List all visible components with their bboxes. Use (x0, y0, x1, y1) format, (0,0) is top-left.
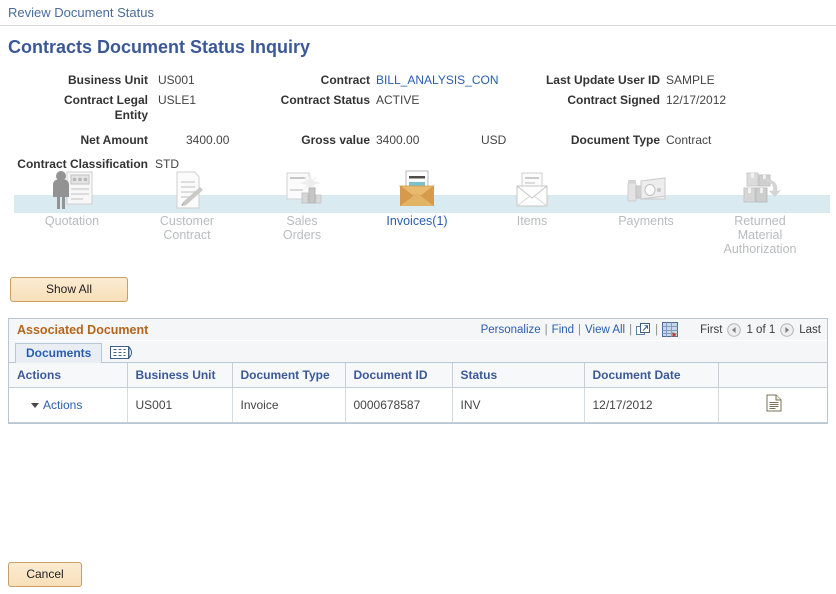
cell-document-id-link[interactable]: 0000678587 (345, 388, 452, 423)
contract-status-value: ACTIVE (376, 93, 419, 107)
items-icon (478, 169, 586, 211)
contract-legal-entity-label-line1: Contract Legal (0, 93, 148, 107)
nav-label-quotation: Quotation (18, 214, 126, 228)
nav-item-invoices[interactable]: Invoices(1) (363, 169, 471, 228)
personalize-link[interactable]: Personalize (481, 324, 541, 336)
contract-value-link[interactable]: BILL_ANALYSIS_CON (376, 73, 499, 87)
contract-signed-label: Contract Signed (500, 93, 660, 107)
cell-business-unit: US001 (127, 388, 232, 423)
table-row: Actions US001 Invoice 0000678587 INV 12/… (9, 388, 827, 423)
nav-item-quotation[interactable]: Quotation (18, 169, 126, 228)
footer-button-row: Cancel (0, 562, 82, 587)
grid-toolbar: Personalize | Find | View All | | (481, 322, 821, 337)
find-link[interactable]: Find (552, 324, 574, 336)
chevron-down-icon (31, 403, 39, 408)
previous-page-icon[interactable] (727, 323, 741, 337)
tab-documents[interactable]: Documents (15, 343, 102, 363)
cell-attachment (718, 388, 827, 423)
last-update-user-id-value: SAMPLE (666, 73, 715, 87)
nav-item-payments[interactable]: Payments (592, 169, 700, 228)
nav-label-returned-material-authorization: Returned Material Authorization (706, 214, 814, 256)
expand-window-icon[interactable] (636, 323, 651, 337)
download-to-excel-icon[interactable] (662, 322, 678, 337)
document-attachment-icon[interactable] (766, 394, 782, 412)
contract-legal-entity-value: USLE1 (158, 93, 196, 107)
document-type-header-value: Contract (666, 133, 711, 147)
breadcrumb-bar: Review Document Status (0, 0, 836, 26)
invoices-icon (363, 169, 471, 211)
business-unit-value: US001 (158, 73, 195, 87)
gross-value-label: Gross value (230, 133, 370, 147)
show-next-tab-icon[interactable] (110, 345, 136, 360)
column-header-document-date[interactable]: Document Date (584, 363, 718, 388)
quotation-icon (18, 169, 126, 211)
cell-document-date: 12/17/2012 (584, 388, 718, 423)
nav-item-returned-material-authorization[interactable]: Returned Material Authorization (706, 169, 814, 256)
cell-actions: Actions (9, 388, 127, 423)
customer-contract-icon (133, 169, 241, 211)
contract-legal-entity-label-line2: Entity (0, 108, 148, 122)
nav-label-payments: Payments (592, 214, 700, 228)
grid-title: Associated Document (17, 323, 148, 337)
document-status-nav-strip: Quotation Customer Contract (0, 169, 836, 269)
pager-first-link[interactable]: First (700, 324, 722, 336)
nav-label-invoices: Invoices(1) (363, 214, 471, 228)
column-header-actions[interactable]: Actions (9, 363, 127, 388)
row-actions-button[interactable]: Actions (31, 398, 82, 412)
contract-status-label: Contract Status (230, 93, 370, 107)
nav-label-customer-contract: Customer Contract (133, 214, 241, 242)
net-amount-value: 3400.00 (186, 133, 229, 147)
nav-item-customer-contract[interactable]: Customer Contract (133, 169, 241, 242)
pager-last-link[interactable]: Last (799, 324, 821, 336)
toolbar-separator-4: | (655, 324, 658, 336)
column-header-business-unit[interactable]: Business Unit (127, 363, 232, 388)
nav-label-items: Items (478, 214, 586, 228)
cancel-button[interactable]: Cancel (8, 562, 82, 587)
contract-signed-value: 12/17/2012 (666, 93, 726, 107)
view-all-link[interactable]: View All (585, 324, 625, 336)
toolbar-separator-1: | (545, 324, 548, 336)
business-unit-label: Business Unit (0, 73, 148, 87)
grid-pager: First 1 of 1 Last (700, 323, 821, 337)
contract-header-fields: Business Unit US001 Contract Legal Entit… (0, 69, 836, 165)
payments-icon (592, 169, 700, 211)
returned-material-authorization-icon (706, 169, 814, 211)
sales-orders-icon (248, 169, 356, 211)
table-header-row: Actions Business Unit Document Type Docu… (9, 363, 827, 388)
contract-label: Contract (230, 73, 370, 87)
nav-item-sales-orders[interactable]: Sales Orders (248, 169, 356, 242)
cell-document-type: Invoice (232, 388, 345, 423)
net-amount-label: Net Amount (0, 133, 148, 147)
show-all-button[interactable]: Show All (10, 277, 128, 302)
grid-tabs-row: Documents (9, 341, 827, 363)
column-header-document-type[interactable]: Document Type (232, 363, 345, 388)
associated-document-panel: Associated Document Personalize | Find |… (8, 318, 828, 424)
row-actions-label: Actions (43, 398, 82, 412)
column-header-attachment (718, 363, 827, 388)
toolbar-separator-3: | (629, 324, 632, 336)
gross-value-value: 3400.00 (376, 133, 419, 147)
show-all-button-row: Show All (0, 269, 836, 302)
pager-count: 1 of 1 (746, 324, 775, 336)
document-type-header-label: Document Type (500, 133, 660, 147)
nav-item-items[interactable]: Items (478, 169, 586, 228)
page-title: Contracts Document Status Inquiry (0, 26, 836, 58)
cell-status: INV (452, 388, 584, 423)
associated-document-table: Actions Business Unit Document Type Docu… (9, 363, 827, 423)
breadcrumb-link-review-document-status[interactable]: Review Document Status (8, 5, 154, 20)
column-header-status[interactable]: Status (452, 363, 584, 388)
next-page-icon[interactable] (780, 323, 794, 337)
last-update-user-id-label: Last Update User ID (500, 73, 660, 87)
grid-title-bar: Associated Document Personalize | Find |… (9, 319, 827, 341)
column-header-document-id[interactable]: Document ID (345, 363, 452, 388)
nav-label-sales-orders: Sales Orders (248, 214, 356, 242)
toolbar-separator-2: | (578, 324, 581, 336)
